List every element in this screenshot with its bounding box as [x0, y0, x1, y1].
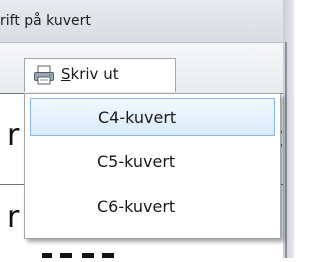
print-button-label: Skriv ut	[61, 65, 119, 83]
window-frame-edge	[285, 42, 287, 258]
window-title: rift på kuvert	[0, 13, 91, 29]
menu-item-c5-kuvert[interactable]: C5-kuvert	[30, 143, 275, 181]
print-label-rest: kriv ut	[70, 65, 119, 83]
menu-item-label: C5-kuvert	[97, 152, 176, 171]
clipped-bottom-text	[24, 242, 174, 258]
window-frame-right	[283, 0, 294, 258]
background-text-left-1: r	[7, 118, 20, 153]
menu-item-label: C6-kuvert	[97, 197, 176, 216]
envelope-size-menu: C4-kuvert C5-kuvert C6-kuvert	[24, 93, 281, 239]
menu-item-c6-kuvert[interactable]: C6-kuvert	[30, 188, 275, 226]
print-access-key: S	[61, 65, 71, 83]
menu-item-label: C4-kuvert	[98, 108, 177, 127]
background-text-left-2: r	[7, 200, 20, 235]
window-titlebar[interactable]: rift på kuvert	[0, 0, 294, 43]
printer-icon	[33, 65, 55, 85]
menu-item-c4-kuvert[interactable]: C4-kuvert	[30, 98, 275, 136]
print-dropdown-button[interactable]: Skriv ut	[24, 58, 176, 92]
